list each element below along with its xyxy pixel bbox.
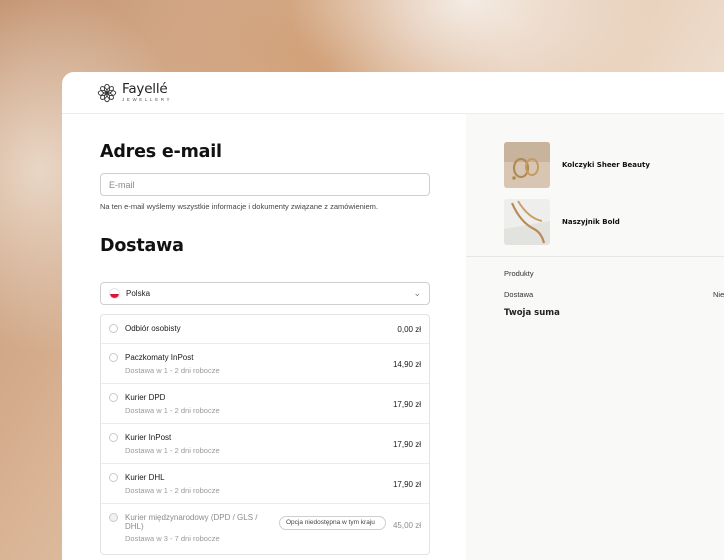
brand-logo[interactable]: Fayellé JEWELLERY [97, 80, 173, 103]
shipping-option-dhl[interactable]: Kurier DHL Dostawa w 1 - 2 dni robocze 1… [101, 464, 429, 504]
shipping-option-dpd[interactable]: Kurier DPD Dostawa w 1 - 2 dni robocze 1… [101, 384, 429, 424]
shipping-option-international: Kurier międzynarodowy (DPD / GLS / DHL) … [101, 504, 429, 554]
shipping-option-label: Kurier DPD [125, 393, 166, 402]
summary-shipping-label: Dostawa [504, 290, 534, 299]
poland-flag-icon [109, 288, 120, 299]
email-hint: Na ten e-mail wyślemy wszystkie informac… [100, 202, 379, 211]
shipping-option-time: Dostawa w 1 - 2 dni robocze [125, 446, 220, 455]
shipping-option-label: Kurier DHL [125, 473, 165, 482]
brand-tagline: JEWELLERY [122, 97, 173, 102]
shipping-option-price: 17,90 zł [392, 400, 421, 409]
shipping-section-title: Dostawa [100, 236, 184, 256]
product-image-necklace [504, 199, 550, 245]
shipping-option-price: 45,00 zł [392, 521, 421, 530]
shipping-option-inpost-courier[interactable]: Kurier InPost Dostawa w 1 - 2 dni robocz… [101, 424, 429, 464]
cart-item-name: Kolczyki Sheer Beauty [562, 161, 650, 169]
shipping-option-time: Dostawa w 1 - 2 dni robocze [125, 366, 220, 375]
radio-button[interactable] [109, 353, 118, 362]
header-bar: Fayellé JEWELLERY [62, 72, 724, 114]
product-image-earrings [504, 142, 550, 188]
checkout-form: Adres e-mail Na ten e-mail wyślemy wszys… [62, 114, 466, 560]
cart-item: Naszyjnik Bold [504, 199, 724, 245]
shipping-option-label: Kurier międzynarodowy (DPD / GLS / DHL) [125, 513, 258, 531]
email-section-title: Adres e-mail [100, 142, 222, 162]
radio-button [109, 513, 118, 522]
summary-shipping-value: Nie [713, 290, 724, 299]
country-select[interactable]: Polska ⌄ [100, 282, 430, 305]
summary-shipping-row: Dostawa Nie [504, 290, 724, 299]
radio-button[interactable] [109, 473, 118, 482]
checkout-card: Fayellé JEWELLERY Adres e-mail Na ten e-… [62, 72, 724, 560]
shipping-option-price: 14,90 zł [392, 360, 421, 369]
shipping-option-price: 17,90 zł [392, 480, 421, 489]
shipping-option-pickup[interactable]: Odbiór osobisty 0,00 zł [101, 315, 429, 344]
shipping-option-price: 17,90 zł [392, 440, 421, 449]
summary-total-label: Twoja suma [504, 308, 560, 318]
shipping-option-price: 0,00 zł [397, 325, 421, 334]
unavailable-badge: Opcja niedostępna w tym kraju [279, 516, 386, 530]
country-value: Polska [126, 289, 151, 298]
shipping-option-label: Odbiór osobisty [125, 324, 181, 333]
shipping-option-inpost-lockers[interactable]: Paczkomaty InPost Dostawa w 1 - 2 dni ro… [101, 344, 429, 384]
shipping-option-time: Dostawa w 1 - 2 dni robocze [125, 486, 220, 495]
radio-button[interactable] [109, 393, 118, 402]
chevron-down-icon: ⌄ [413, 288, 421, 298]
cart-item-name: Naszyjnik Bold [562, 218, 620, 226]
shipping-options-list: Odbiór osobisty 0,00 zł Paczkomaty InPos… [100, 314, 430, 555]
radio-button[interactable] [109, 433, 118, 442]
radio-button[interactable] [109, 324, 118, 333]
flower-logo-icon [97, 83, 117, 102]
cart-item: Kolczyki Sheer Beauty [504, 142, 724, 188]
brand-name: Fayellé [122, 80, 168, 97]
shipping-option-label: Paczkomaty InPost [125, 353, 194, 362]
order-summary: Kolczyki Sheer Beauty Naszyjnik Bold Pro… [466, 114, 724, 560]
shipping-option-label: Kurier InPost [125, 433, 172, 442]
summary-products-row: Produkty [504, 269, 724, 278]
summary-products-label: Produkty [504, 269, 534, 278]
email-input[interactable] [100, 173, 430, 196]
shipping-option-time: Dostawa w 1 - 2 dni robocze [125, 406, 220, 415]
shipping-option-time: Dostawa w 3 - 7 dni robocze [125, 534, 220, 543]
